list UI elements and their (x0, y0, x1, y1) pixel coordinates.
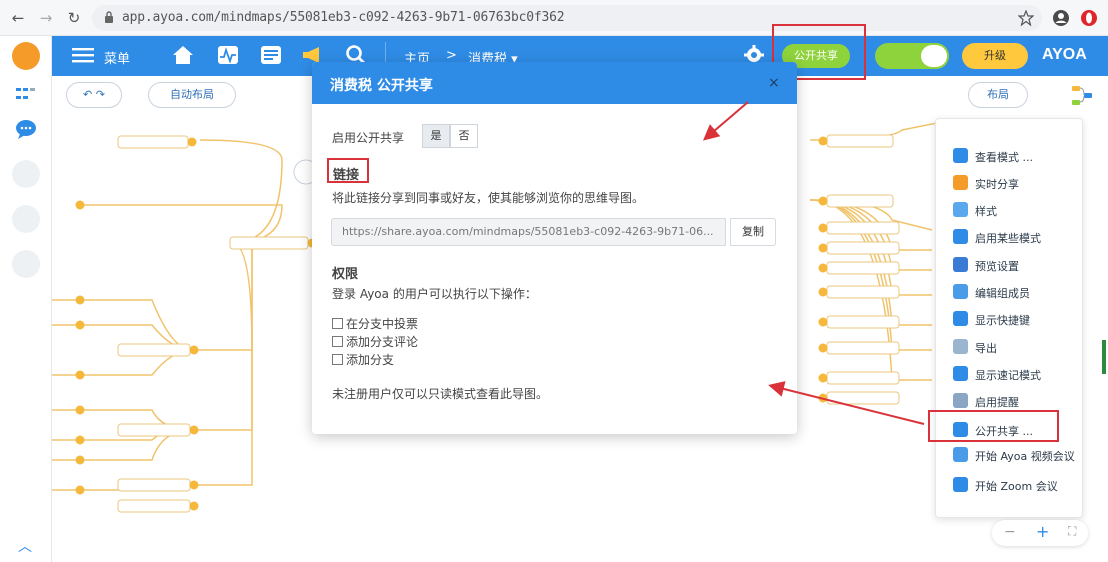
annotation-arrows (702, 101, 925, 425)
